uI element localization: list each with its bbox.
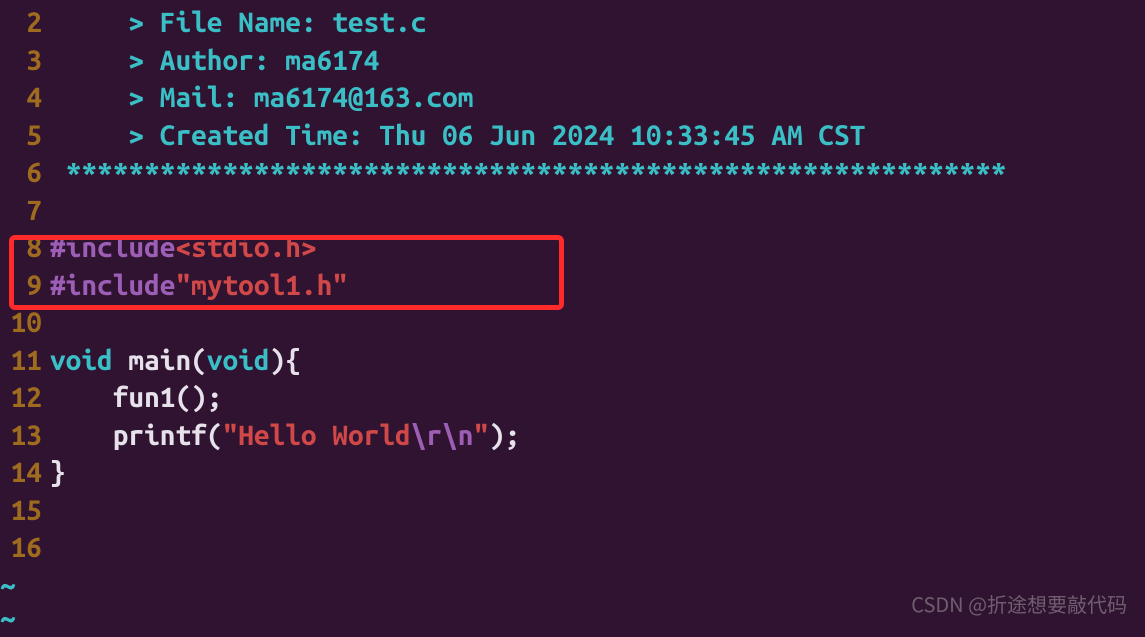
line-number: 11: [0, 342, 50, 380]
line-number: 16: [0, 529, 50, 567]
code-editor[interactable]: 2 > File Name: test.c3 > Author: ma61744…: [0, 0, 1145, 633]
code-line[interactable]: 16: [0, 529, 1145, 567]
code-line[interactable]: 11void main(void){: [0, 342, 1145, 380]
code-content: printf("Hello World\r\n");: [50, 417, 1145, 455]
code-line[interactable]: 7: [0, 192, 1145, 230]
code-line[interactable]: 15: [0, 492, 1145, 530]
code-line[interactable]: 13 printf("Hello World\r\n");: [0, 417, 1145, 455]
code-line[interactable]: 5 > Created Time: Thu 06 Jun 2024 10:33:…: [0, 117, 1145, 155]
line-number: 5: [0, 117, 50, 155]
line-number: 2: [0, 4, 50, 42]
code-content: > Created Time: Thu 06 Jun 2024 10:33:45…: [50, 117, 1145, 155]
code-content: ****************************************…: [50, 154, 1145, 192]
code-line[interactable]: 4 > Mail: ma6174@163.com: [0, 79, 1145, 117]
line-number: 9: [0, 267, 50, 305]
code-line[interactable]: 9#include"mytool1.h": [0, 267, 1145, 305]
code-content: #include<stdio.h>: [50, 229, 1145, 267]
line-number: 13: [0, 417, 50, 455]
code-line[interactable]: 2 > File Name: test.c: [0, 4, 1145, 42]
code-line[interactable]: 12 fun1();: [0, 379, 1145, 417]
line-number: 3: [0, 42, 50, 80]
code-content: > File Name: test.c: [50, 4, 1145, 42]
watermark-text: CSDN @折途想要敲代码: [911, 590, 1127, 617]
code-content: }: [50, 454, 1145, 492]
code-line[interactable]: 8#include<stdio.h>: [0, 229, 1145, 267]
code-content: #include"mytool1.h": [50, 267, 1145, 305]
line-number: 12: [0, 379, 50, 417]
code-content: [50, 492, 1145, 530]
code-content: > Author: ma6174: [50, 42, 1145, 80]
code-content: fun1();: [50, 379, 1145, 417]
line-number: 10: [0, 304, 50, 342]
code-line[interactable]: 10: [0, 304, 1145, 342]
code-content: [50, 529, 1145, 567]
line-number: 4: [0, 79, 50, 117]
code-line[interactable]: 14}: [0, 454, 1145, 492]
code-content: [50, 304, 1145, 342]
line-number: 15: [0, 492, 50, 530]
code-content: > Mail: ma6174@163.com: [50, 79, 1145, 117]
line-number: 7: [0, 192, 50, 230]
code-line[interactable]: 6 **************************************…: [0, 154, 1145, 192]
line-number: 14: [0, 454, 50, 492]
line-number: 6: [0, 154, 50, 192]
code-content: void main(void){: [50, 342, 1145, 380]
code-line[interactable]: 3 > Author: ma6174: [0, 42, 1145, 80]
line-number: 8: [0, 229, 50, 267]
code-content: [50, 192, 1145, 230]
